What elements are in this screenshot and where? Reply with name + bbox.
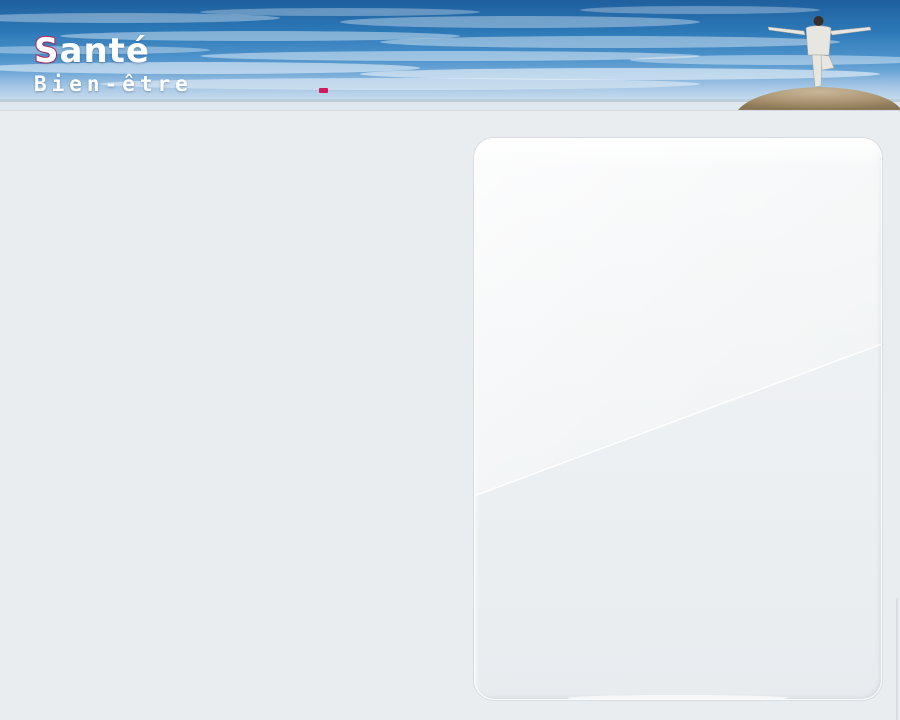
glass-panel	[474, 138, 882, 700]
glass-reflection	[474, 138, 882, 700]
brand-dot	[319, 88, 328, 93]
page: Santé Bien-être	[0, 0, 900, 720]
page-edge-line	[896, 598, 898, 720]
logo-initial: S	[33, 31, 60, 71]
header-banner: Santé Bien-être	[0, 0, 900, 110]
logo-title: anté	[59, 31, 150, 71]
site-logo[interactable]: Santé	[33, 31, 150, 71]
main-content-area	[0, 111, 470, 720]
site-tagline: Bien-être	[34, 72, 193, 96]
